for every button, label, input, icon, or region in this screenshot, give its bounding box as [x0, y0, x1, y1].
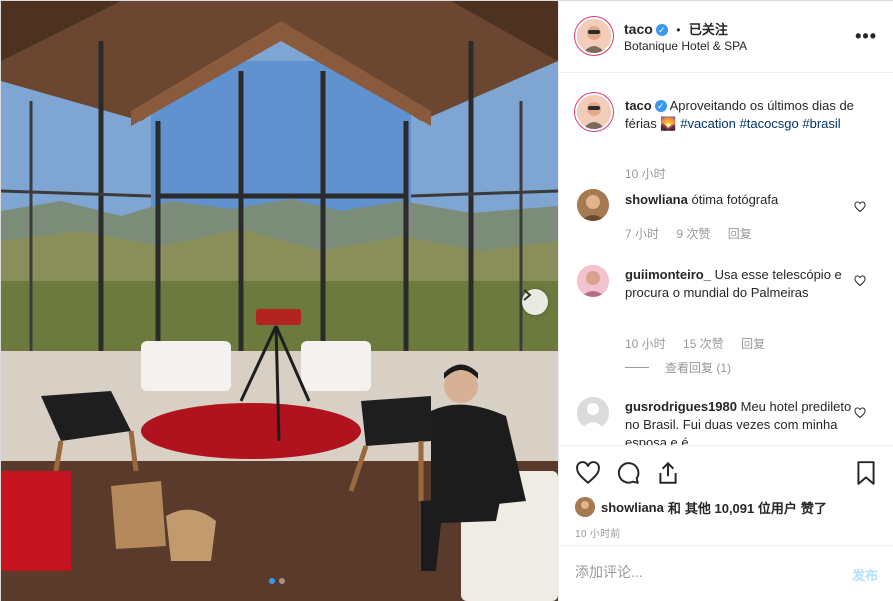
avatar-image [577, 189, 609, 221]
add-comment-bar: 发布 [559, 545, 893, 601]
post-time-ago: 10 小时前 [575, 529, 621, 540]
post-comment-button[interactable]: 发布 [852, 565, 878, 584]
comment-avatar[interactable] [577, 189, 609, 221]
carousel-next-button[interactable] [522, 289, 548, 315]
verified-badge-icon: ✓ [655, 24, 668, 36]
caption-text: taco ✓ Aproveitando os últimos dias de fé… [625, 97, 858, 133]
separator-dot: • [676, 23, 681, 37]
comment-likes[interactable]: 9 次赞 [676, 227, 710, 241]
avatar-image [577, 19, 611, 53]
view-replies-label: 查看回复 (1) [665, 361, 732, 375]
post-actions: showliana 和 其他 10,091 位用户 赞了 10 小时前 [559, 445, 893, 545]
save-bookmark-icon[interactable] [855, 460, 877, 486]
carousel-dot-active [269, 578, 275, 584]
avatar-image [575, 497, 595, 517]
comment-body: ótima fotógrafa [691, 192, 779, 207]
caption-author[interactable]: taco [625, 98, 652, 113]
comment-time: 10 小时 [625, 337, 666, 351]
hashtag[interactable]: #tacocsgo [740, 116, 799, 131]
author-avatar[interactable] [575, 17, 613, 55]
author-username[interactable]: taco [624, 21, 653, 37]
reply-button[interactable]: 回复 [728, 227, 752, 241]
comment-time: 7 小时 [625, 227, 660, 241]
caption-author-avatar[interactable] [575, 93, 613, 131]
comment-avatar-default[interactable] [577, 397, 609, 429]
likes-suffix: 赞了 [800, 500, 827, 516]
more-options-icon[interactable]: ••• [855, 26, 877, 47]
likes-connector: 和 [667, 500, 681, 516]
reply-button[interactable]: 回复 [741, 337, 765, 351]
likes-summary[interactable]: showliana 和 其他 10,091 位用户 赞了 [575, 497, 827, 517]
post-photo[interactable] [1, 1, 558, 601]
post-dialog: taco ✓ • 已关注 Botanique Hotel & SPA ••• ta… [0, 0, 893, 601]
post-header: taco ✓ • 已关注 Botanique Hotel & SPA ••• [559, 1, 893, 73]
caption-time: 10 小时 [625, 167, 666, 181]
post-side-panel: taco ✓ • 已关注 Botanique Hotel & SPA ••• ta… [558, 1, 893, 601]
comments-list[interactable]: taco ✓ Aproveitando os últimos dias de fé… [559, 73, 893, 445]
comment-text: gusrodrigues1980 Meu hotel predileto no … [625, 398, 858, 445]
share-upload-icon[interactable] [655, 460, 681, 486]
comment-meta: 7 小时 9 次赞 回复 [625, 225, 766, 242]
caption-meta: 10 小时 [625, 165, 680, 182]
comment-username[interactable]: showliana [625, 192, 688, 207]
carousel-indicator [269, 578, 285, 584]
like-heart-icon[interactable] [575, 460, 601, 486]
liker-username[interactable]: showliana [601, 500, 664, 515]
comment-bubble-icon[interactable] [615, 460, 641, 486]
follow-status-button[interactable]: 已关注 [689, 22, 728, 37]
photo-scene [1, 1, 558, 601]
hashtag[interactable]: #brasil [802, 116, 840, 131]
comment-meta: 10 小时 15 次赞 回复 [625, 335, 779, 352]
comment-like-heart-icon[interactable] [854, 275, 866, 287]
avatar-image [577, 95, 611, 129]
post-location[interactable]: Botanique Hotel & SPA [624, 39, 747, 53]
liker-avatar [575, 497, 595, 517]
comment-like-heart-icon[interactable] [854, 201, 866, 213]
verified-badge-icon: ✓ [654, 100, 667, 112]
comment-like-heart-icon[interactable] [854, 407, 866, 419]
comment-text: showliana ótima fotógrafa [625, 191, 858, 209]
replies-line [625, 367, 649, 368]
chevron-right-icon [523, 289, 532, 301]
likes-others[interactable]: 其他 10,091 位用户 [685, 498, 797, 517]
comment-avatar[interactable] [577, 265, 609, 297]
comment-likes[interactable]: 15 次赞 [683, 337, 724, 351]
carousel-dot [279, 578, 285, 584]
default-avatar-icon [577, 397, 609, 429]
view-replies-button[interactable]: 查看回复 (1) [625, 359, 731, 376]
avatar-image [577, 265, 609, 297]
comment-username[interactable]: gusrodrigues1980 [625, 399, 737, 414]
comment-text: guiimonteiro_ Usa esse telescópio e proc… [625, 266, 858, 302]
add-comment-input[interactable] [575, 564, 825, 580]
comment-username[interactable]: guiimonteiro_ [625, 267, 711, 282]
hashtag[interactable]: #vacation [680, 116, 736, 131]
